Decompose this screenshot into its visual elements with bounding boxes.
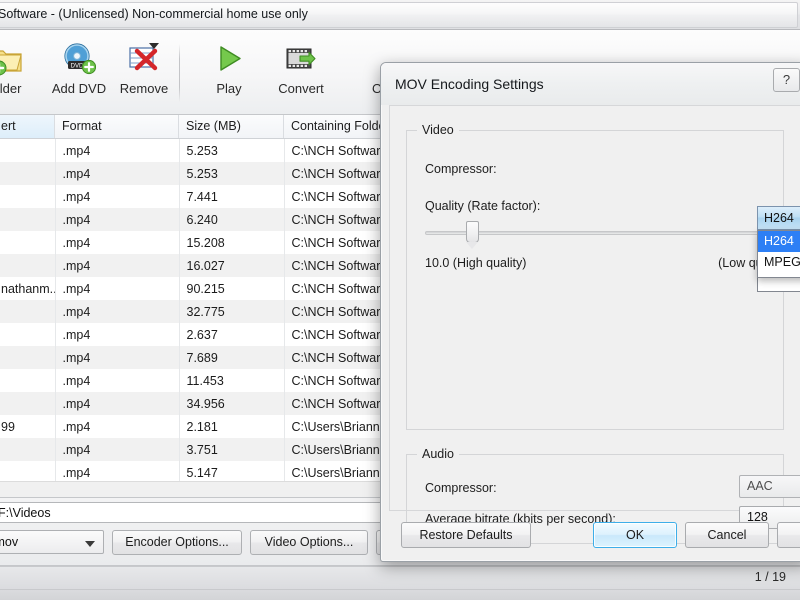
toolbar-button-add-folder[interactable]: older xyxy=(0,40,42,106)
cell-name xyxy=(0,438,56,461)
video-compressor-value: H264 xyxy=(764,211,794,225)
cell-format: .mp4 xyxy=(55,139,180,162)
dropdown-option-mpeg4[interactable]: MPEG4 xyxy=(758,252,800,273)
dropdown-option-h264[interactable]: H264 xyxy=(758,231,800,252)
toolbar-label-play: Play xyxy=(216,81,242,96)
cell-format: .mp4 xyxy=(55,231,180,254)
cell-size: 2.637 xyxy=(179,323,285,346)
help-icon[interactable]: ? xyxy=(773,68,800,92)
toolbar-button-convert[interactable]: Convert xyxy=(266,40,336,106)
cell-name xyxy=(0,162,56,185)
cell-size: 90.215 xyxy=(179,277,285,300)
toolbar-button-add-dvd[interactable]: DVD Add DVD xyxy=(44,40,114,106)
video-group: Video Compressor: Quality (Rate factor):… xyxy=(406,123,800,430)
cell-name xyxy=(0,231,56,254)
statusbar: 1 / 19 xyxy=(0,566,800,600)
mov-encoding-settings-dialog: MOV Encoding Settings ? Video Compressor… xyxy=(380,62,800,562)
statusbar-inner xyxy=(0,567,800,590)
cell-name xyxy=(0,185,56,208)
video-compressor-combobox[interactable]: H264 xyxy=(757,206,800,230)
window-titlebar: Software - (Unlicensed) Non-commercial h… xyxy=(0,0,800,30)
dialog-title: MOV Encoding Settings xyxy=(395,76,544,92)
column-header-size[interactable]: Size (MB) xyxy=(179,115,284,138)
window-title: Software - (Unlicensed) Non-commercial h… xyxy=(0,7,308,21)
cell-name xyxy=(0,346,56,369)
cell-format: .mp4 xyxy=(55,438,180,461)
audio-compressor-label: Compressor: xyxy=(425,481,497,495)
toolbar-label-add-dvd: Add DVD xyxy=(51,81,107,96)
cell-size: 11.453 xyxy=(179,369,285,392)
cell-size: 2.181 xyxy=(179,415,285,438)
cell-size: 15.208 xyxy=(179,231,285,254)
cell-name xyxy=(0,300,56,323)
toolbar-separator-1 xyxy=(179,44,180,102)
toolbar-label-convert: Convert xyxy=(278,81,324,96)
restore-defaults-button[interactable]: Restore Defaults xyxy=(401,522,531,548)
cell-format: .mp4 xyxy=(55,185,180,208)
cell-size: 3.751 xyxy=(179,438,285,461)
cell-format: .mp4 xyxy=(55,277,180,300)
status-item-count: 1 / 19 xyxy=(754,570,786,584)
video-group-label: Video xyxy=(417,123,459,137)
video-compressor-label: Compressor: xyxy=(425,162,497,176)
quality-high-label: 10.0 (High quality) xyxy=(425,256,527,270)
cancel-button[interactable]: Cancel xyxy=(685,522,769,548)
column-header-format[interactable]: Format xyxy=(55,115,179,138)
toolbar-label-add-folder: older xyxy=(0,81,22,96)
cell-name: 99 xyxy=(0,415,56,438)
video-compressor-dropdown-backdrop xyxy=(757,278,800,292)
output-format-value: .mov xyxy=(0,535,19,549)
cell-name xyxy=(0,254,56,277)
encoder-options-button[interactable]: Encoder Options... xyxy=(112,530,242,555)
quality-slider-thumb[interactable] xyxy=(465,221,479,249)
dialog-titlebar: MOV Encoding Settings ? xyxy=(381,63,800,105)
cell-size: 5.253 xyxy=(179,162,285,185)
cell-size: 5.253 xyxy=(179,139,285,162)
cell-format: .mp4 xyxy=(55,346,180,369)
cell-format: .mp4 xyxy=(55,392,180,415)
add-dvd-icon: DVD xyxy=(62,42,97,76)
cell-format: .mp4 xyxy=(55,254,180,277)
cell-format: .mp4 xyxy=(55,415,180,438)
cell-format: .mp4 xyxy=(55,323,180,346)
cell-name xyxy=(0,369,56,392)
dialog-body: Video Compressor: Quality (Rate factor):… xyxy=(389,105,800,544)
audio-compressor-field: AAC xyxy=(739,475,800,498)
dialog-help-button[interactable]: H xyxy=(777,522,800,548)
cell-size: 7.689 xyxy=(179,346,285,369)
video-options-button[interactable]: Video Options... xyxy=(250,530,368,555)
column-header-convert[interactable]: ert xyxy=(0,115,55,138)
output-format-combobox[interactable]: .mov xyxy=(0,530,104,554)
cell-format: .mp4 xyxy=(55,208,180,231)
toolbar-button-remove[interactable]: Remove xyxy=(109,40,179,106)
toolbar-button-play[interactable]: Play xyxy=(194,40,264,106)
cell-size: 34.956 xyxy=(179,392,285,415)
toolbar-label-remove: Remove xyxy=(119,81,169,96)
video-quality-label: Quality (Rate factor): xyxy=(425,199,541,213)
cell-size: 16.027 xyxy=(179,254,285,277)
cell-size: 7.441 xyxy=(179,185,285,208)
ok-button[interactable]: OK xyxy=(593,522,677,548)
remove-icon xyxy=(127,42,161,76)
cell-name: nathanm... xyxy=(0,277,56,300)
cell-size: 6.240 xyxy=(179,208,285,231)
play-icon xyxy=(212,42,246,76)
chevron-down-icon xyxy=(85,541,95,547)
remove-dropdown-caret-icon[interactable] xyxy=(149,43,159,49)
video-compressor-dropdown-list[interactable]: H264 MPEG4 xyxy=(757,230,800,278)
cell-name xyxy=(0,208,56,231)
audio-group-label: Audio xyxy=(417,447,459,461)
cell-format: .mp4 xyxy=(55,162,180,185)
add-folder-icon xyxy=(0,42,24,76)
convert-icon xyxy=(284,42,318,76)
cell-format: .mp4 xyxy=(55,300,180,323)
cell-name xyxy=(0,323,56,346)
cell-size: 32.775 xyxy=(179,300,285,323)
cell-name xyxy=(0,392,56,415)
cell-name xyxy=(0,139,56,162)
cell-format: .mp4 xyxy=(55,369,180,392)
